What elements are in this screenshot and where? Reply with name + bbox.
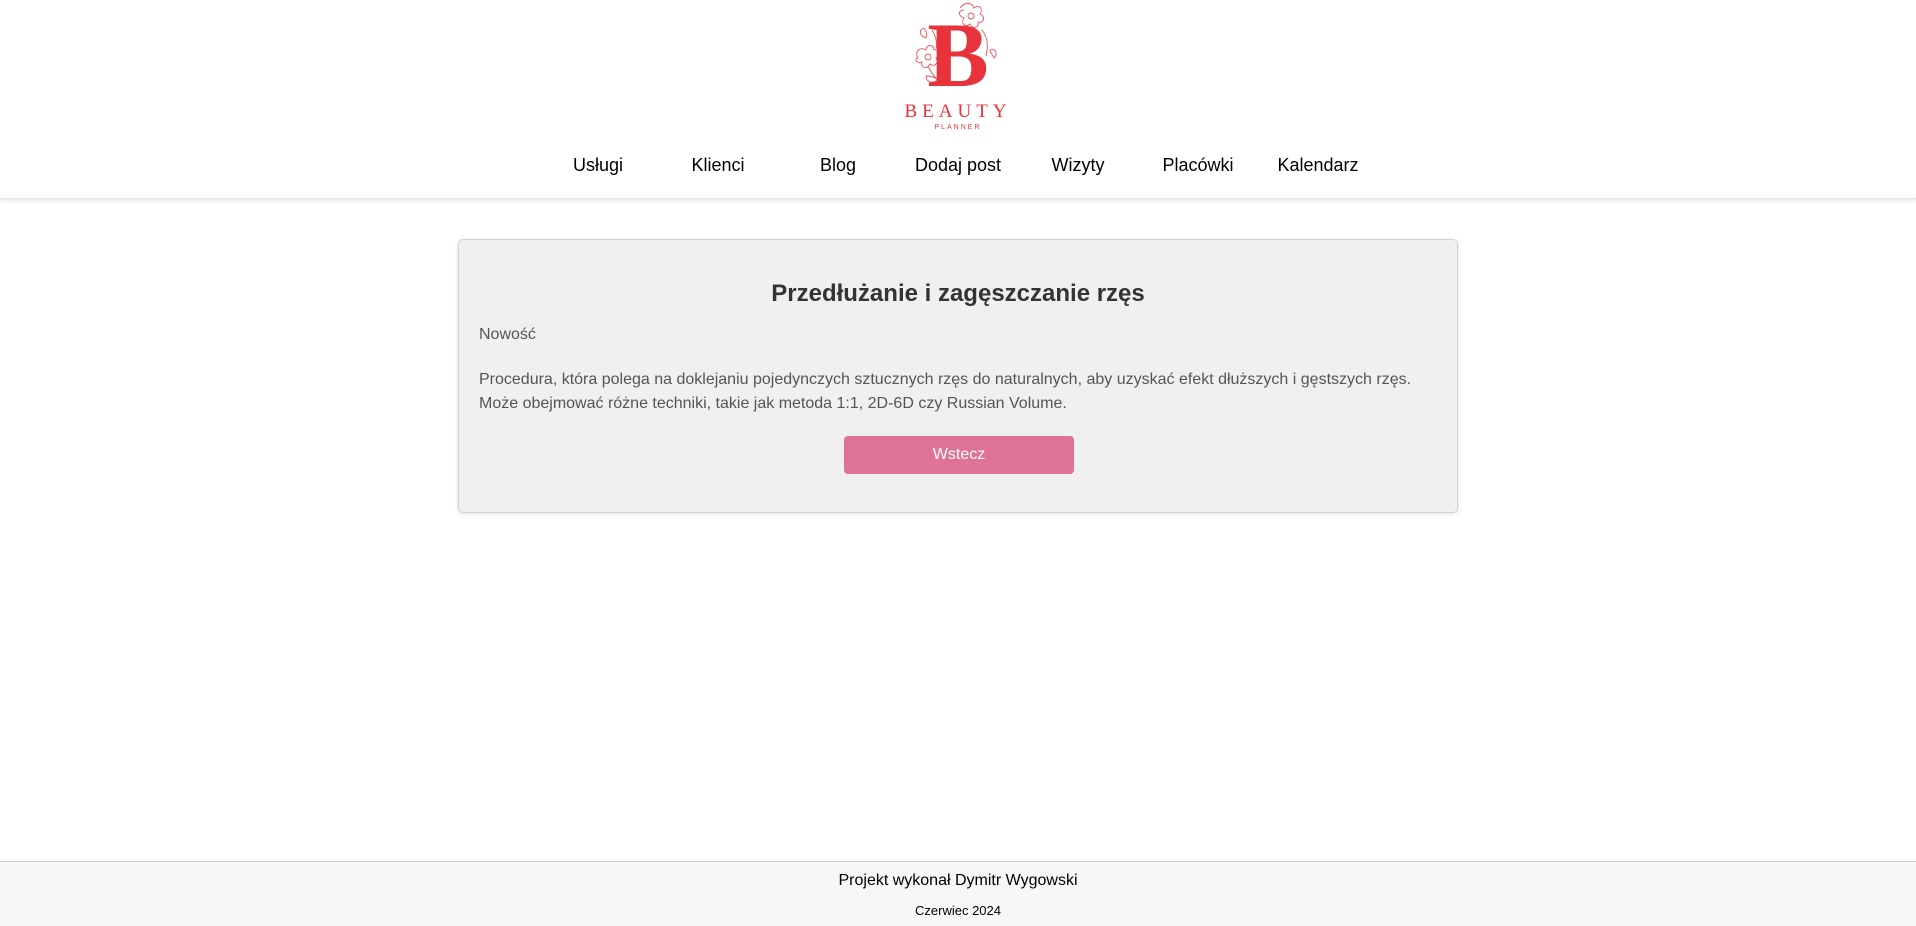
- nav-item-uslugi[interactable]: Usługi: [538, 150, 658, 180]
- nav-item-blog[interactable]: Blog: [778, 150, 898, 180]
- page: B BEAUTY PLANNER Usługi Klienci Blog Dod…: [0, 0, 1916, 926]
- nav-item-klienci[interactable]: Klienci: [658, 150, 778, 180]
- post-card: Przedłużanie i zagęszczanie rzęs Nowość …: [458, 239, 1458, 513]
- footer-author: Projekt wykonał Dymitr Wygowski: [838, 872, 1078, 889]
- beauty-planner-logo[interactable]: B BEAUTY PLANNER: [898, 0, 1018, 136]
- logo-subtitle: PLANNER: [934, 124, 982, 131]
- nav-item-placowki[interactable]: Placówki: [1138, 150, 1258, 180]
- site-footer: Projekt wykonał Dymitr Wygowski Czerwiec…: [0, 861, 1916, 926]
- post-category: Nowość: [479, 326, 536, 343]
- post-title: Przedłużanie i zagęszczanie rzęs: [771, 280, 1145, 307]
- svg-text:B: B: [927, 4, 988, 100]
- logo-flower-icon: B: [915, 3, 997, 100]
- site-header: B BEAUTY PLANNER Usługi Klienci Blog Dod…: [0, 0, 1916, 199]
- footer-date: Czerwiec 2024: [915, 903, 1001, 918]
- logo-wordmark: BEAUTY: [904, 101, 1012, 122]
- nav-item-kalendarz[interactable]: Kalendarz: [1258, 150, 1378, 180]
- nav-item-dodaj-post[interactable]: Dodaj post: [898, 150, 1018, 180]
- back-button[interactable]: Wstecz: [844, 436, 1074, 474]
- main-nav: Usługi Klienci Blog Dodaj post Wizyty Pl…: [538, 150, 1378, 180]
- post-description: Procedura, która polega na doklejaniu po…: [479, 371, 1412, 412]
- nav-item-wizyty[interactable]: Wizyty: [1018, 150, 1138, 180]
